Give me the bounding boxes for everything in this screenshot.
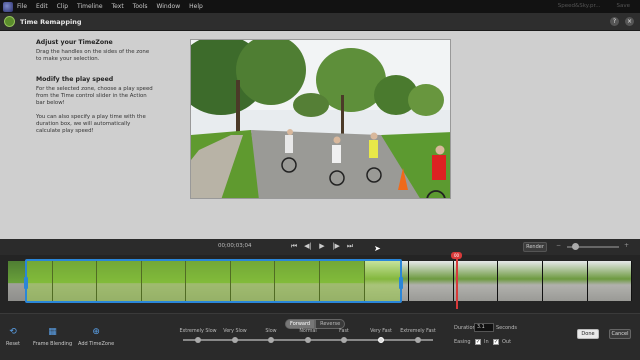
playhead[interactable] bbox=[456, 255, 458, 309]
instructions: Adjust your TimeZone Drag the handles on… bbox=[36, 39, 154, 142]
speed-label: Very Slow bbox=[223, 329, 247, 334]
speed-stop-very-fast[interactable] bbox=[378, 337, 384, 343]
easing-in-checkbox[interactable]: ✓ bbox=[475, 339, 481, 345]
video-frame-image bbox=[191, 40, 450, 198]
timecode: 00;00;03;04 bbox=[218, 243, 252, 249]
frame-blending-label: Frame Blending bbox=[33, 341, 73, 347]
forward-toggle[interactable]: Forward bbox=[285, 319, 316, 329]
add-timezone-icon: ⊕ bbox=[92, 327, 100, 337]
project-name: Speed&Sky.pr... bbox=[557, 3, 601, 9]
mouse-cursor-icon: ➤ bbox=[374, 244, 381, 253]
speed-label: Extremely Fast bbox=[400, 329, 436, 334]
duration-input[interactable]: 3.1 bbox=[474, 323, 494, 332]
text-modify-speed: For the selected zone, choose a play spe… bbox=[36, 86, 153, 106]
go-to-end-icon[interactable]: ⏭ bbox=[346, 242, 354, 251]
text-adjust-timezone: Drag the handles on the sides of the zon… bbox=[36, 49, 150, 62]
playhead-marker[interactable]: 00 bbox=[451, 252, 462, 259]
thumbnail-frame bbox=[409, 261, 454, 301]
menu-timeline[interactable]: Timeline bbox=[77, 3, 103, 10]
app-logo-icon bbox=[3, 1, 13, 12]
menu-bar: File Edit Clip Timeline Text Tools Windo… bbox=[0, 0, 640, 13]
done-button[interactable]: Done bbox=[577, 329, 599, 339]
step-forward-icon[interactable]: |▶ bbox=[332, 242, 340, 251]
menu-tools[interactable]: Tools bbox=[133, 3, 148, 10]
reset-button[interactable]: ⟲ Reset bbox=[6, 326, 20, 347]
easing-out-label: Out bbox=[502, 339, 512, 345]
zoom-in-button[interactable]: + bbox=[624, 242, 629, 249]
step-back-icon[interactable]: ◀| bbox=[304, 242, 312, 251]
easing-in-label: In bbox=[484, 339, 489, 345]
timeline: 00 bbox=[0, 252, 640, 313]
easing-out-checkbox[interactable]: ✓ bbox=[493, 339, 499, 345]
direction-toggle: Forward Reverse bbox=[285, 319, 346, 329]
zoom-slider-knob[interactable] bbox=[572, 243, 579, 250]
reset-label: Reset bbox=[6, 341, 20, 347]
speed-label: Very Fast bbox=[370, 329, 392, 334]
thumbnail-frame bbox=[542, 261, 588, 301]
speed-stop-normal[interactable] bbox=[305, 337, 311, 343]
speed-label: Normal bbox=[299, 329, 317, 334]
thumbnail-frame bbox=[498, 261, 543, 301]
menu-help[interactable]: Help bbox=[189, 3, 203, 10]
zoom-out-button[interactable]: − bbox=[556, 242, 561, 249]
speed-label: Fast bbox=[339, 329, 349, 334]
help-icon[interactable]: ? bbox=[610, 17, 619, 26]
video-preview bbox=[190, 39, 451, 199]
cancel-button[interactable]: Cancel bbox=[609, 329, 631, 339]
transport-bar: 00;00;03;04 ⏮ ◀| ▶ |▶ ⏭ Render − + bbox=[0, 239, 640, 255]
menu-edit[interactable]: Edit bbox=[36, 3, 48, 10]
timezone-selection[interactable] bbox=[24, 259, 403, 303]
menu-clip[interactable]: Clip bbox=[57, 3, 68, 10]
time-remapping-icon bbox=[4, 16, 15, 27]
speed-stop-extremely-fast[interactable] bbox=[415, 337, 421, 343]
heading-adjust-timezone: Adjust your TimeZone bbox=[36, 39, 113, 46]
dialog-titlebar: Time Remapping ? × bbox=[0, 13, 640, 31]
frame-blending-button[interactable]: ▦ Frame Blending bbox=[33, 326, 72, 347]
play-icon[interactable]: ▶ bbox=[318, 242, 326, 251]
frame-blending-icon: ▦ bbox=[48, 327, 57, 337]
speed-stop-fast[interactable] bbox=[341, 337, 347, 343]
render-button[interactable]: Render bbox=[523, 242, 547, 252]
easing-label: Easing bbox=[454, 339, 471, 345]
timezone-left-handle[interactable] bbox=[24, 277, 28, 289]
speed-stop-slow[interactable] bbox=[268, 337, 274, 343]
duration-unit: Seconds bbox=[496, 325, 518, 331]
add-timezone-button[interactable]: ⊕ Add TimeZone bbox=[78, 326, 114, 347]
speed-label: Extremely Slow bbox=[179, 329, 217, 334]
speed-stop-extremely-slow[interactable] bbox=[195, 337, 201, 343]
add-timezone-label: Add TimeZone bbox=[78, 341, 115, 347]
reverse-toggle[interactable]: Reverse bbox=[315, 319, 346, 329]
thumbnail-frame bbox=[453, 261, 499, 301]
thumbnail-frame bbox=[587, 261, 632, 301]
menu-file[interactable]: File bbox=[17, 3, 27, 10]
menu-text[interactable]: Text bbox=[112, 3, 124, 10]
timezone-right-handle[interactable] bbox=[399, 277, 403, 289]
speed-label: Slow bbox=[265, 329, 277, 334]
heading-modify-speed: Modify the play speed bbox=[36, 76, 114, 83]
reset-icon: ⟲ bbox=[9, 327, 17, 337]
go-to-start-icon[interactable]: ⏮ bbox=[290, 242, 298, 251]
close-icon[interactable]: × bbox=[625, 17, 634, 26]
duration-label: Duration bbox=[454, 325, 476, 331]
preview-panel: Adjust your TimeZone Drag the handles on… bbox=[0, 31, 640, 239]
action-bar: ⟲ Reset ▦ Frame Blending ⊕ Add TimeZone … bbox=[0, 313, 640, 360]
save-menu-button[interactable]: Save bbox=[616, 3, 630, 9]
text-duration-tip: You can also specify a play time with th… bbox=[36, 114, 146, 134]
menu-window[interactable]: Window bbox=[156, 3, 180, 10]
speed-stop-very-slow[interactable] bbox=[232, 337, 238, 343]
dialog-title: Time Remapping bbox=[20, 17, 82, 26]
